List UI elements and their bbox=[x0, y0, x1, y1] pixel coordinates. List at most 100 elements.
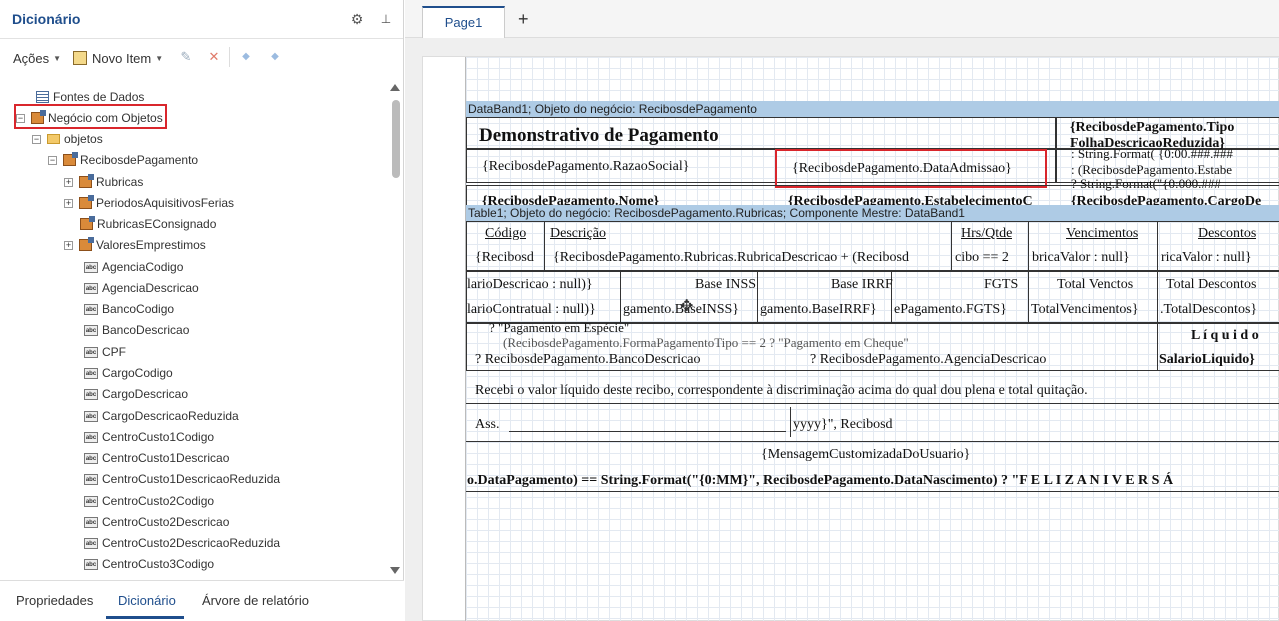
business-object-icon bbox=[79, 237, 94, 251]
database-icon bbox=[36, 91, 49, 103]
col-descontos: Descontos bbox=[1198, 226, 1257, 241]
tree-item-label: BancoDescricao bbox=[102, 323, 190, 337]
value-salario-contratual: larioContratual : null)} bbox=[467, 302, 596, 317]
label-fgts: FGTS bbox=[984, 277, 1019, 292]
field-icon: abc bbox=[84, 388, 98, 400]
edit-icon[interactable]: ✎ bbox=[179, 50, 193, 64]
tab-page1[interactable]: Page1 bbox=[422, 6, 505, 38]
tree-item-field[interactable]: abc CargoDescricaoReduzida bbox=[84, 407, 239, 425]
tree-item-field[interactable]: abc CentroCusto2Descricao bbox=[84, 513, 229, 531]
tree-item-label: AgenciaDescricao bbox=[102, 281, 199, 295]
tree-item-field[interactable]: abc CentroCusto1Codigo bbox=[84, 428, 214, 446]
dictionary-tree: Fontes de Dados − Negócio com Objetos − … bbox=[0, 85, 388, 577]
tree-item-field[interactable]: abc CentroCusto2DescricaoReduzida bbox=[84, 534, 280, 552]
value-base-irrf: gamento.BaseIRRF} bbox=[760, 302, 877, 317]
gear-icon[interactable]: ⚙ bbox=[350, 12, 364, 26]
tree-item-label: CargoDescricaoReduzida bbox=[102, 409, 239, 423]
divider bbox=[1028, 221, 1029, 271]
scroll-down-icon[interactable] bbox=[390, 567, 400, 574]
label-base-irrf: Base IRRF bbox=[831, 277, 893, 292]
collapse-icon[interactable]: − bbox=[32, 134, 41, 144]
row-vencimentos: bricaValor : null} bbox=[1032, 250, 1130, 265]
agencia-descricao: ? RecibosdePagamento.AgenciaDescricao bbox=[810, 352, 1047, 367]
tree-item-label: CentroCusto1DescricaoReduzida bbox=[102, 472, 281, 486]
scrollbar-thumb[interactable] bbox=[392, 100, 400, 178]
tree-item-label: CentroCusto2Codigo bbox=[102, 494, 215, 508]
forma-pagamento: (RecibosdePagamento.FormaPagamentoTipo =… bbox=[503, 335, 909, 350]
tree-item-label: CentroCusto1Codigo bbox=[102, 430, 215, 444]
field-icon: abc bbox=[84, 367, 98, 379]
divider bbox=[790, 407, 791, 437]
expand-icon[interactable]: + bbox=[64, 240, 73, 250]
mensagem-field: {MensagemCustomizadaDoUsuario} bbox=[761, 447, 971, 462]
field-icon: abc bbox=[84, 324, 98, 336]
page-tabbar: Page1 + bbox=[405, 0, 1279, 38]
tree-item-field[interactable]: abc CargoDescricao bbox=[84, 385, 188, 403]
tree-item-periodos[interactable]: + PeriodosAquisitivosFerias bbox=[64, 194, 234, 212]
tree-item-field[interactable]: abc CargoCodigo bbox=[84, 364, 173, 382]
tree-item-field[interactable]: abc CentroCusto1DescricaoReduzida bbox=[84, 470, 280, 488]
move-cursor-icon: ✥ bbox=[680, 298, 694, 315]
tree-item-valores[interactable]: + ValoresEmprestimos bbox=[64, 236, 206, 254]
field-highlight bbox=[775, 149, 1047, 188]
divider bbox=[544, 221, 545, 271]
move-down-icon[interactable]: ◆ bbox=[268, 50, 282, 64]
business-object-icon bbox=[80, 216, 95, 230]
receipt-text: Recebi o valor líquido deste recibo, cor… bbox=[475, 383, 1088, 398]
pin-icon[interactable]: ⊥ bbox=[380, 12, 392, 26]
tree-item-rubricas-consignado[interactable]: RubricasEConsignado bbox=[80, 215, 216, 233]
divider bbox=[757, 271, 758, 323]
add-page-button[interactable]: + bbox=[518, 9, 529, 29]
field-icon: abc bbox=[84, 346, 98, 358]
field-icon: abc bbox=[84, 516, 98, 528]
divider bbox=[466, 491, 1279, 492]
tree-item-field[interactable]: abc AgenciaCodigo bbox=[84, 258, 183, 276]
tree-item-field[interactable]: abc BancoDescricao bbox=[84, 321, 189, 339]
report-page[interactable]: DataBand1; Objeto do negócio: RecibosdeP… bbox=[422, 56, 1279, 621]
table-header-band[interactable]: Table1; Objeto do negócio: RecibosdePaga… bbox=[466, 205, 1279, 221]
tree-item-label: BancoCodigo bbox=[102, 302, 175, 316]
expand-icon[interactable]: + bbox=[64, 198, 73, 208]
value-total-descontos: .TotalDescontos} bbox=[1160, 302, 1258, 317]
tree-item-field[interactable]: abc BancoCodigo bbox=[84, 300, 174, 318]
signature-line bbox=[509, 431, 786, 432]
field-icon: abc bbox=[84, 431, 98, 443]
row-codigo: {Recibosd bbox=[475, 250, 534, 265]
panel-title: Dicionário bbox=[12, 11, 81, 27]
tree-item-label: CPF bbox=[102, 345, 126, 359]
acoes-label: Ações bbox=[13, 50, 50, 66]
databand-header[interactable]: DataBand1; Objeto do negócio: RecibosdeP… bbox=[466, 101, 1279, 117]
tree-item-field[interactable]: abc CentroCusto1Descricao bbox=[84, 449, 229, 467]
tree-item-label: CargoDescricao bbox=[102, 387, 189, 401]
collapse-icon[interactable]: − bbox=[48, 155, 57, 165]
business-object-icon bbox=[79, 195, 94, 209]
acoes-menu-button[interactable]: Ações ▼ bbox=[13, 49, 61, 67]
tree-item-label: AgenciaCodigo bbox=[102, 260, 184, 274]
tree-item-field[interactable]: abc CentroCusto2Codigo bbox=[84, 492, 214, 510]
novo-item-label: Novo Item bbox=[92, 50, 152, 66]
divider bbox=[1028, 271, 1029, 323]
razao-social-field: {RecibosdePagamento.RazaoSocial} bbox=[482, 159, 690, 174]
move-up-icon[interactable]: ◆ bbox=[239, 50, 253, 64]
tree-item-rubricas[interactable]: + Rubricas bbox=[64, 173, 143, 191]
row-descricao: {RecibosdePagamento.Rubricas.RubricaDesc… bbox=[553, 250, 909, 265]
divider bbox=[466, 441, 1279, 442]
tree-item-label: Fontes de Dados bbox=[53, 90, 145, 104]
tree-item-field[interactable]: abc AgenciaDescricao bbox=[84, 279, 199, 297]
delete-icon[interactable]: ✕ bbox=[207, 50, 221, 64]
field-icon: abc bbox=[84, 473, 98, 485]
tab-propriedades[interactable]: Propriedades bbox=[16, 593, 93, 608]
tree-item-label: CentroCusto1Descricao bbox=[102, 451, 230, 465]
scroll-up-icon[interactable] bbox=[390, 84, 400, 91]
tree-item-recibos[interactable]: − RecibosdePagamento bbox=[48, 151, 198, 169]
tab-dicionario[interactable]: Dicionário bbox=[118, 593, 176, 608]
tree-item-field[interactable]: abc CPF bbox=[84, 343, 126, 361]
tree-item-field[interactable]: abc CentroCusto3Codigo bbox=[84, 555, 214, 573]
value-fgts: ePagamento.FGTS} bbox=[894, 302, 1007, 317]
banco-descricao: ? RecibosdePagamento.BancoDescricao bbox=[475, 352, 701, 367]
novo-item-menu-button[interactable]: Novo Item ▼ bbox=[73, 49, 163, 67]
expand-icon[interactable]: + bbox=[64, 177, 73, 187]
tree-item-objetos[interactable]: − objetos bbox=[32, 130, 103, 148]
tab-arvore-relatorio[interactable]: Árvore de relatório bbox=[202, 593, 309, 608]
label-total-venctos: Total Venctos bbox=[1057, 277, 1134, 292]
